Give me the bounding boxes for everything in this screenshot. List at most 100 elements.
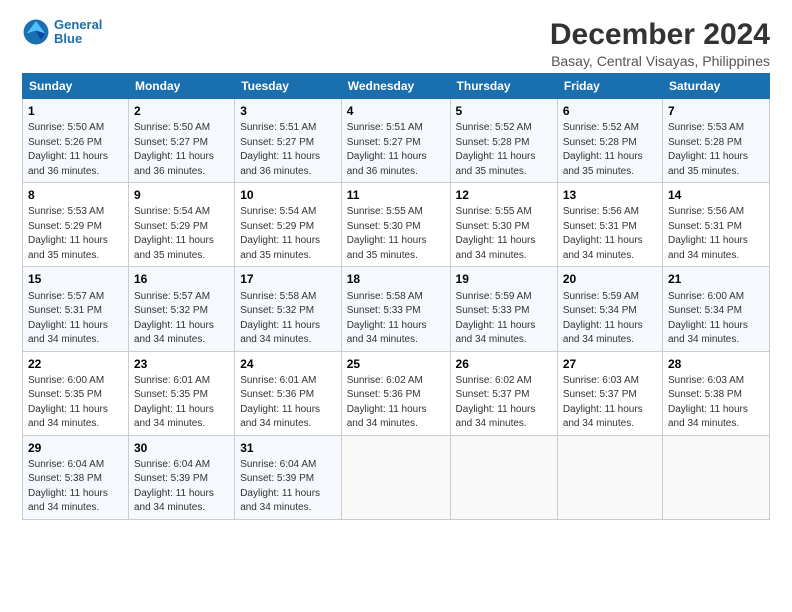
col-tuesday: Tuesday: [235, 74, 342, 99]
day-detail: Sunrise: 6:00 AMSunset: 5:35 PMDaylight:…: [28, 375, 108, 430]
day-number: 21: [668, 271, 764, 287]
day-detail: Sunrise: 5:52 AMSunset: 5:28 PMDaylight:…: [563, 122, 643, 177]
day-detail: Sunrise: 5:58 AMSunset: 5:32 PMDaylight:…: [240, 291, 320, 346]
day-number: 26: [456, 356, 552, 372]
week-row-4: 22 Sunrise: 6:00 AMSunset: 5:35 PMDayligh…: [23, 351, 770, 435]
day-number: 2: [134, 103, 229, 119]
day-detail: Sunrise: 6:03 AMSunset: 5:37 PMDaylight:…: [563, 375, 643, 430]
day-number: 1: [28, 103, 123, 119]
day-number: 30: [134, 440, 229, 456]
day-detail: Sunrise: 5:59 AMSunset: 5:33 PMDaylight:…: [456, 291, 536, 346]
day-detail: Sunrise: 6:01 AMSunset: 5:35 PMDaylight:…: [134, 375, 214, 430]
calendar-cell: 26 Sunrise: 6:02 AMSunset: 5:37 PMDayligh…: [450, 351, 557, 435]
calendar-cell: 13Sunrise: 5:56 AMSunset: 5:31 PMDayligh…: [557, 183, 662, 267]
day-number: 13: [563, 187, 657, 203]
day-number: 15: [28, 271, 123, 287]
day-detail: Sunrise: 6:04 AMSunset: 5:39 PMDaylight:…: [134, 459, 214, 514]
calendar-cell: 3 Sunrise: 5:51 AMSunset: 5:27 PMDaylight…: [235, 99, 342, 183]
day-detail: Sunrise: 6:00 AMSunset: 5:34 PMDaylight:…: [668, 291, 748, 346]
day-detail: Sunrise: 5:52 AMSunset: 5:28 PMDaylight:…: [456, 122, 536, 177]
calendar-cell: 8 Sunrise: 5:53 AMSunset: 5:29 PMDaylight…: [23, 183, 129, 267]
calendar-cell: [557, 435, 662, 519]
calendar-cell: 11Sunrise: 5:55 AMSunset: 5:30 PMDayligh…: [341, 183, 450, 267]
calendar-cell: 19 Sunrise: 5:59 AMSunset: 5:33 PMDayligh…: [450, 267, 557, 351]
day-detail: Sunrise: 6:04 AMSunset: 5:38 PMDaylight:…: [28, 459, 108, 514]
header: General Blue December 2024 Basay, Centra…: [22, 18, 770, 69]
calendar-cell: [450, 435, 557, 519]
calendar-cell: 15 Sunrise: 5:57 AMSunset: 5:31 PMDayligh…: [23, 267, 129, 351]
day-number: 28: [668, 356, 764, 372]
day-detail: Sunrise: 5:56 AMSunset: 5:31 PMDaylight:…: [668, 206, 748, 261]
day-detail: Sunrise: 5:50 AMSunset: 5:27 PMDaylight:…: [134, 122, 214, 177]
day-number: 14: [668, 187, 764, 203]
day-detail: Sunrise: 6:01 AMSunset: 5:36 PMDaylight:…: [240, 375, 320, 430]
calendar-cell: 1 Sunrise: 5:50 AMSunset: 5:26 PMDaylight…: [23, 99, 129, 183]
calendar-cell: 25 Sunrise: 6:02 AMSunset: 5:36 PMDayligh…: [341, 351, 450, 435]
week-row-1: 1 Sunrise: 5:50 AMSunset: 5:26 PMDaylight…: [23, 99, 770, 183]
day-detail: Sunrise: 5:51 AMSunset: 5:27 PMDaylight:…: [240, 122, 320, 177]
week-row-3: 15 Sunrise: 5:57 AMSunset: 5:31 PMDayligh…: [23, 267, 770, 351]
calendar-cell: 2 Sunrise: 5:50 AMSunset: 5:27 PMDaylight…: [128, 99, 234, 183]
header-row: Sunday Monday Tuesday Wednesday Thursday…: [23, 74, 770, 99]
calendar-cell: 23 Sunrise: 6:01 AMSunset: 5:35 PMDayligh…: [128, 351, 234, 435]
day-detail: Sunrise: 5:55 AMSunset: 5:30 PMDaylight:…: [456, 206, 536, 261]
day-number: 25: [347, 356, 445, 372]
logo-text: General Blue: [54, 18, 102, 47]
subtitle: Basay, Central Visayas, Philippines: [550, 53, 770, 69]
calendar-cell: 29 Sunrise: 6:04 AMSunset: 5:38 PMDayligh…: [23, 435, 129, 519]
day-number: 22: [28, 356, 123, 372]
col-thursday: Thursday: [450, 74, 557, 99]
week-row-2: 8 Sunrise: 5:53 AMSunset: 5:29 PMDaylight…: [23, 183, 770, 267]
day-detail: Sunrise: 6:02 AMSunset: 5:36 PMDaylight:…: [347, 375, 427, 430]
day-detail: Sunrise: 6:03 AMSunset: 5:38 PMDaylight:…: [668, 375, 748, 430]
day-number: 11: [347, 187, 445, 203]
calendar-cell: 18Sunrise: 5:58 AMSunset: 5:33 PMDayligh…: [341, 267, 450, 351]
col-saturday: Saturday: [662, 74, 769, 99]
day-detail: Sunrise: 5:50 AMSunset: 5:26 PMDaylight:…: [28, 122, 108, 177]
day-detail: Sunrise: 5:59 AMSunset: 5:34 PMDaylight:…: [563, 291, 643, 346]
calendar-table: Sunday Monday Tuesday Wednesday Thursday…: [22, 73, 770, 520]
main-title: December 2024: [550, 18, 770, 51]
calendar-cell: 4Sunrise: 5:51 AMSunset: 5:27 PMDaylight…: [341, 99, 450, 183]
col-wednesday: Wednesday: [341, 74, 450, 99]
calendar-cell: 24 Sunrise: 6:01 AMSunset: 5:36 PMDayligh…: [235, 351, 342, 435]
calendar-cell: 30 Sunrise: 6:04 AMSunset: 5:39 PMDayligh…: [128, 435, 234, 519]
logo-icon: [22, 18, 50, 46]
day-detail: Sunrise: 5:53 AMSunset: 5:29 PMDaylight:…: [28, 206, 108, 261]
day-number: 6: [563, 103, 657, 119]
calendar-cell: [341, 435, 450, 519]
week-row-5: 29 Sunrise: 6:04 AMSunset: 5:38 PMDayligh…: [23, 435, 770, 519]
logo-blue: Blue: [54, 31, 82, 46]
day-detail: Sunrise: 5:57 AMSunset: 5:32 PMDaylight:…: [134, 291, 214, 346]
day-number: 23: [134, 356, 229, 372]
page: General Blue December 2024 Basay, Centra…: [0, 0, 792, 530]
day-detail: Sunrise: 6:04 AMSunset: 5:39 PMDaylight:…: [240, 459, 320, 514]
day-number: 31: [240, 440, 336, 456]
calendar-cell: 28 Sunrise: 6:03 AMSunset: 5:38 PMDayligh…: [662, 351, 769, 435]
calendar-cell: 27 Sunrise: 6:03 AMSunset: 5:37 PMDayligh…: [557, 351, 662, 435]
day-number: 17: [240, 271, 336, 287]
day-detail: Sunrise: 6:02 AMSunset: 5:37 PMDaylight:…: [456, 375, 536, 430]
day-number: 19: [456, 271, 552, 287]
calendar-cell: 5Sunrise: 5:52 AMSunset: 5:28 PMDaylight…: [450, 99, 557, 183]
day-number: 29: [28, 440, 123, 456]
day-number: 27: [563, 356, 657, 372]
calendar-cell: 20Sunrise: 5:59 AMSunset: 5:34 PMDayligh…: [557, 267, 662, 351]
calendar-cell: [662, 435, 769, 519]
day-number: 3: [240, 103, 336, 119]
calendar-cell: 22 Sunrise: 6:00 AMSunset: 5:35 PMDayligh…: [23, 351, 129, 435]
day-number: 8: [28, 187, 123, 203]
calendar-cell: 16 Sunrise: 5:57 AMSunset: 5:32 PMDayligh…: [128, 267, 234, 351]
calendar-cell: 7Sunrise: 5:53 AMSunset: 5:28 PMDaylight…: [662, 99, 769, 183]
calendar-cell: 14 Sunrise: 5:56 AMSunset: 5:31 PMDayligh…: [662, 183, 769, 267]
day-number: 24: [240, 356, 336, 372]
title-block: December 2024 Basay, Central Visayas, Ph…: [550, 18, 770, 69]
calendar-cell: 12Sunrise: 5:55 AMSunset: 5:30 PMDayligh…: [450, 183, 557, 267]
calendar-cell: 21 Sunrise: 6:00 AMSunset: 5:34 PMDayligh…: [662, 267, 769, 351]
day-number: 16: [134, 271, 229, 287]
col-sunday: Sunday: [23, 74, 129, 99]
day-detail: Sunrise: 5:51 AMSunset: 5:27 PMDaylight:…: [347, 122, 427, 177]
calendar-cell: 17 Sunrise: 5:58 AMSunset: 5:32 PMDayligh…: [235, 267, 342, 351]
day-detail: Sunrise: 5:58 AMSunset: 5:33 PMDaylight:…: [347, 291, 427, 346]
day-detail: Sunrise: 5:57 AMSunset: 5:31 PMDaylight:…: [28, 291, 108, 346]
